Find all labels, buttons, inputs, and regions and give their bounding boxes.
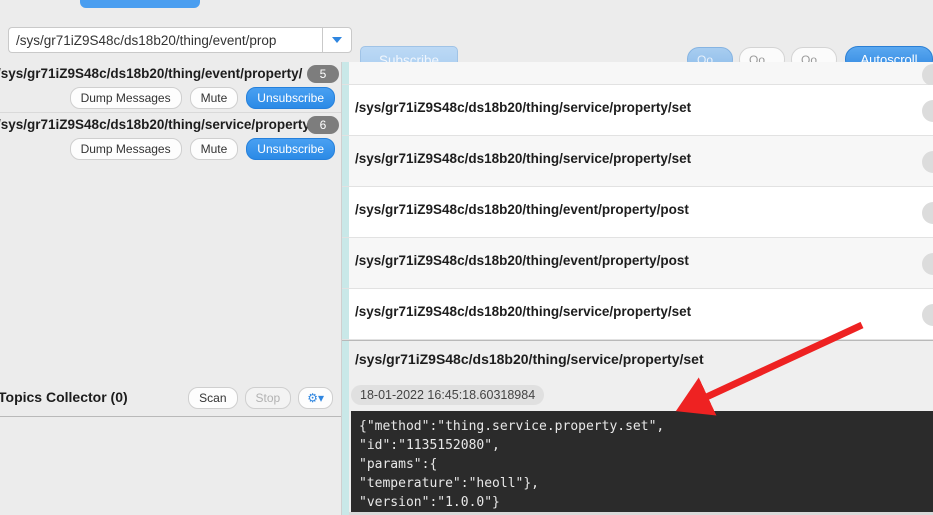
unsubscribe-button[interactable]: Unsubscribe (246, 138, 335, 160)
message-row[interactable]: /sys/gr71iZ9S48c/ds18b20/thing/service/p… (342, 85, 933, 136)
gear-icon[interactable]: ⚙▾ (298, 387, 333, 409)
active-tab-indicator[interactable] (80, 0, 200, 8)
message-row[interactable]: /sys/gr71iZ9S48c/ds18b20/thing/service/p… (342, 136, 933, 187)
mute-button[interactable]: Mute (189, 138, 239, 160)
subscription-item[interactable]: /sys/gr71iZ9S48c/ds18b20/thing/event/pro… (0, 62, 341, 113)
message-row[interactable]: /sys/gr71iZ9S48c/ds18b20/thing/event/pro… (342, 238, 933, 289)
subscribe-toolbar: /sys/gr71iZ9S48c/ds18b20/thing/event/pro… (0, 18, 933, 74)
messages-panel[interactable]: /sys/gr71iZ9S48c/ds18b20/thing/service/p… (342, 62, 933, 515)
topics-collector-body (0, 416, 341, 515)
subscription-message-count: 6 (307, 116, 339, 134)
message-expand-icon[interactable] (922, 304, 933, 326)
message-strip (342, 136, 349, 186)
message-topic: /sys/gr71iZ9S48c/ds18b20/thing/event/pro… (355, 253, 689, 268)
message-detail[interactable]: /sys/gr71iZ9S48c/ds18b20/thing/service/p… (342, 340, 933, 515)
message-strip (342, 341, 349, 515)
stop-button[interactable]: Stop (244, 387, 292, 409)
message-strip (342, 62, 349, 84)
unsubscribe-button[interactable]: Unsubscribe (246, 87, 335, 109)
mqtt-client-window: /sys/gr71iZ9S48c/ds18b20/thing/event/pro… (0, 0, 933, 515)
message-timestamp: 18-01-2022 16:45:18.60318984 (351, 385, 545, 405)
message-expand-icon[interactable] (922, 64, 933, 86)
topics-collector-title: Topics Collector (0) (0, 389, 128, 405)
subscriptions-panel: /sys/gr71iZ9S48c/ds18b20/thing/event/pro… (0, 62, 342, 515)
message-row[interactable]: /sys/gr71iZ9S48c/ds18b20/thing/event/pro… (342, 187, 933, 238)
message-strip (342, 238, 349, 288)
topics-collector-header: Topics Collector (0) Scan Stop ⚙▾ (0, 380, 341, 416)
message-expand-icon[interactable] (922, 253, 933, 275)
message-strip (342, 187, 349, 237)
dump-messages-button[interactable]: Dump Messages (69, 138, 182, 160)
message-expand-icon[interactable] (922, 202, 933, 224)
subscription-message-count: 5 (307, 65, 339, 83)
topic-input[interactable]: /sys/gr71iZ9S48c/ds18b20/thing/event/pro… (8, 27, 322, 53)
message-payload: {"method":"thing.service.property.set", … (351, 411, 933, 515)
message-strip (342, 289, 349, 339)
mute-button[interactable]: Mute (189, 87, 239, 109)
message-topic: /sys/gr71iZ9S48c/ds18b20/thing/event/pro… (355, 202, 689, 217)
topics-collector-actions: Scan Stop ⚙▾ (188, 387, 333, 409)
subscription-actions: Dump Messages Mute Unsubscribe (69, 138, 335, 160)
subscription-topic: /sys/gr71iZ9S48c/ds18b20/thing/event/pro… (0, 66, 303, 81)
subscription-actions: Dump Messages Mute Unsubscribe (69, 87, 335, 109)
message-row[interactable]: /sys/gr71iZ9S48c/ds18b20/thing/service/p… (342, 289, 933, 340)
subscription-list: /sys/gr71iZ9S48c/ds18b20/thing/event/pro… (0, 62, 341, 164)
message-topic: /sys/gr71iZ9S48c/ds18b20/thing/service/p… (355, 151, 692, 166)
message-strip (342, 85, 349, 135)
message-detail-topic: /sys/gr71iZ9S48c/ds18b20/thing/service/p… (355, 351, 704, 367)
message-expand-icon[interactable] (922, 151, 933, 173)
message-expand-icon[interactable] (922, 100, 933, 122)
subscription-list-empty-area (0, 163, 341, 381)
topic-combobox[interactable]: /sys/gr71iZ9S48c/ds18b20/thing/event/pro… (8, 27, 352, 53)
chevron-down-icon[interactable] (322, 27, 352, 53)
message-topic: /sys/gr71iZ9S48c/ds18b20/thing/service/p… (355, 304, 692, 319)
scan-button[interactable]: Scan (188, 387, 238, 409)
message-row[interactable] (342, 62, 933, 86)
subscription-topic: /sys/gr71iZ9S48c/ds18b20/thing/service/p… (0, 117, 310, 132)
message-topic: /sys/gr71iZ9S48c/ds18b20/thing/service/p… (355, 100, 692, 115)
dump-messages-button[interactable]: Dump Messages (69, 87, 182, 109)
subscription-item[interactable]: /sys/gr71iZ9S48c/ds18b20/thing/service/p… (0, 113, 341, 164)
